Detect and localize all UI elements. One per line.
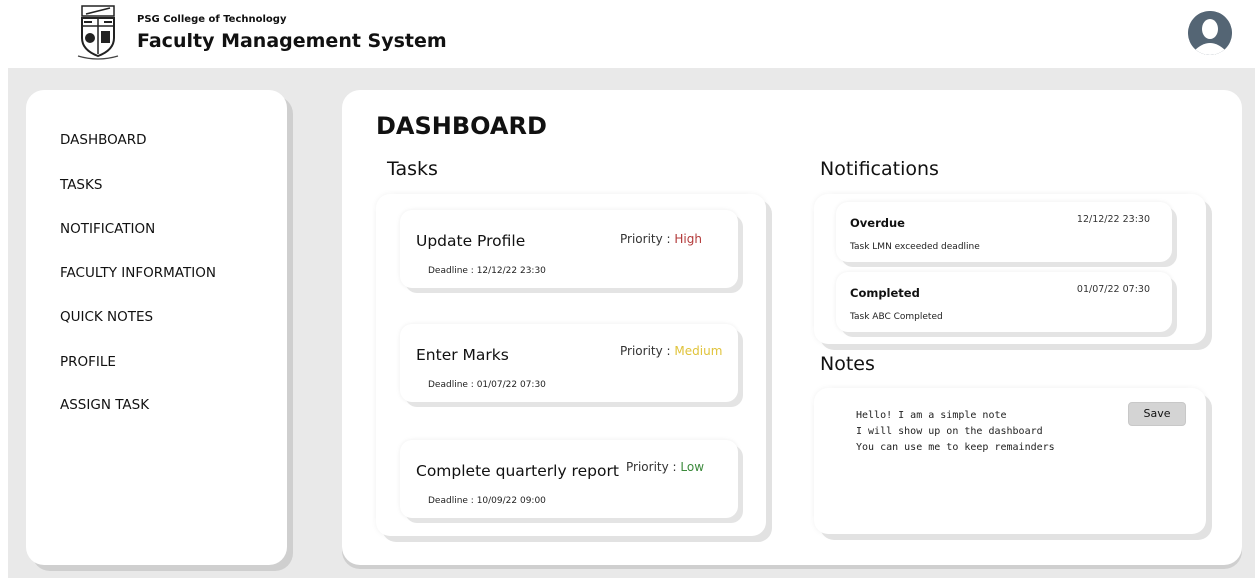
- college-crest-icon: [76, 4, 120, 60]
- priority-label: Priority :: [626, 460, 677, 474]
- notification-title: Completed: [850, 286, 920, 300]
- task-priority: Priority : High: [620, 232, 702, 246]
- user-avatar-icon[interactable]: [1188, 11, 1232, 55]
- task-deadline: Deadline : 10/09/22 09:00: [428, 496, 546, 506]
- notification-time: 01/07/22 07:30: [1076, 284, 1150, 295]
- save-button[interactable]: Save: [1128, 402, 1186, 426]
- app-title: Faculty Management System: [137, 30, 447, 52]
- notifications-heading: Notifications: [820, 158, 939, 180]
- notifications-panel: Overdue 12/12/22 23:30 Task LMN exceeded…: [814, 194, 1206, 344]
- task-priority: Priority : Medium: [620, 344, 722, 358]
- notification-message: Task LMN exceeded deadline: [850, 242, 980, 252]
- sidebar-item-dashboard[interactable]: DASHBOARD: [60, 132, 147, 148]
- task-name: Complete quarterly report: [416, 462, 619, 480]
- task-deadline: Deadline : 01/07/22 07:30: [428, 380, 546, 390]
- priority-label: Priority :: [620, 344, 671, 358]
- task-card[interactable]: Update Profile Priority : High Deadline …: [400, 210, 738, 288]
- task-card[interactable]: Enter Marks Priority : Medium Deadline :…: [400, 324, 738, 402]
- page-title: DASHBOARD: [376, 112, 547, 140]
- notification-time: 12/12/22 23:30: [1076, 214, 1150, 225]
- notes-panel: Hello! I am a simple note I will show up…: [814, 388, 1206, 534]
- tasks-heading: Tasks: [387, 158, 438, 180]
- task-priority: Priority : Low: [626, 460, 704, 474]
- priority-value: High: [674, 232, 702, 246]
- app-header: PSG College of Technology Faculty Manage…: [0, 0, 1255, 68]
- priority-value: Low: [680, 460, 705, 474]
- notification-card[interactable]: Overdue 12/12/22 23:30 Task LMN exceeded…: [836, 202, 1172, 262]
- sidebar: DASHBOARD TASKS NOTIFICATION FACULTY INF…: [26, 90, 287, 565]
- note-textarea[interactable]: Hello! I am a simple note I will show up…: [856, 408, 1055, 456]
- tasks-panel: Update Profile Priority : High Deadline …: [376, 194, 766, 536]
- main-panel: DASHBOARD Tasks Notifications Notes Upda…: [342, 90, 1242, 565]
- notes-heading: Notes: [820, 353, 875, 375]
- priority-label: Priority :: [620, 232, 671, 246]
- sidebar-item-assign-task[interactable]: ASSIGN TASK: [60, 397, 149, 413]
- notification-card[interactable]: Completed 01/07/22 07:30 Task ABC Comple…: [836, 272, 1172, 332]
- sidebar-item-tasks[interactable]: TASKS: [60, 177, 102, 193]
- priority-value: Medium: [674, 344, 723, 358]
- sidebar-item-faculty-information[interactable]: FACULTY INFORMATION: [60, 265, 216, 281]
- task-card[interactable]: Complete quarterly report Priority : Low…: [400, 440, 738, 518]
- task-name: Update Profile: [416, 232, 526, 250]
- sidebar-item-quick-notes[interactable]: QUICK NOTES: [60, 309, 153, 325]
- sidebar-item-profile[interactable]: PROFILE: [60, 354, 116, 370]
- college-name: PSG College of Technology: [137, 14, 287, 25]
- task-name: Enter Marks: [416, 346, 509, 364]
- notification-message: Task ABC Completed: [850, 312, 943, 322]
- notification-title: Overdue: [850, 216, 905, 230]
- sidebar-item-notification[interactable]: NOTIFICATION: [60, 221, 155, 237]
- task-deadline: Deadline : 12/12/22 23:30: [428, 266, 546, 276]
